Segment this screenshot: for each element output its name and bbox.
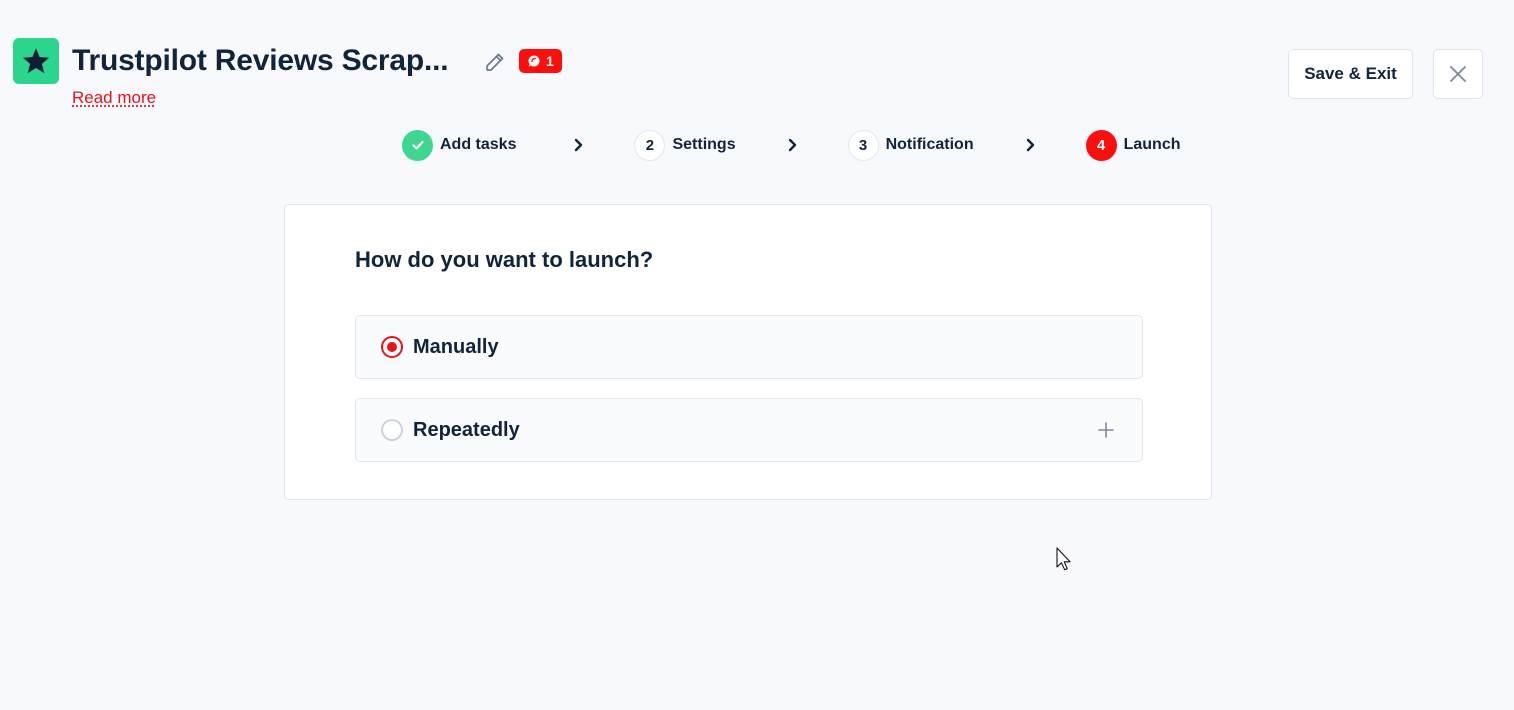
expand-repeatedly-button[interactable] [1096, 420, 1116, 440]
check-icon [411, 140, 424, 150]
chevron-right-icon [575, 138, 583, 152]
step-label: Settings [672, 136, 736, 153]
step-launch[interactable]: 4 Launch [1085, 129, 1181, 161]
step-separator [1002, 138, 1058, 152]
save-exit-button[interactable]: Save & Exit [1288, 49, 1413, 99]
comment-badge[interactable]: 1 [519, 49, 562, 73]
step-number: 4 [1085, 129, 1117, 161]
page: Trustpilot Reviews Scrap... 1 Read more … [0, 0, 1514, 710]
radio-repeatedly[interactable] [381, 419, 403, 441]
launch-option-repeatedly[interactable]: Repeatedly [355, 398, 1143, 462]
badge-count: 1 [546, 53, 554, 69]
plus-icon [1098, 422, 1114, 438]
step-notification[interactable]: 3 Notification [847, 129, 974, 161]
stepper: Add tasks 2 Settings 3 Notification 4 La… [402, 129, 1180, 161]
pencil-icon [486, 53, 504, 71]
step-number: 2 [634, 129, 666, 161]
star-icon [22, 48, 50, 74]
step-label: Launch [1123, 136, 1181, 153]
step-label: Notification [885, 136, 974, 153]
page-title: Trustpilot Reviews Scrap... [72, 44, 449, 77]
step-add-tasks[interactable]: Add tasks [402, 129, 517, 161]
chevron-right-icon [1026, 138, 1034, 152]
launch-option-manually[interactable]: Manually [355, 315, 1143, 379]
chevron-right-icon [788, 138, 796, 152]
close-button[interactable] [1433, 49, 1483, 99]
close-icon [1450, 66, 1466, 82]
step-label: Add tasks [440, 136, 517, 153]
read-more-link[interactable]: Read more [72, 88, 156, 108]
step-status [402, 129, 433, 161]
step-settings[interactable]: 2 Settings [634, 129, 736, 161]
mouse-cursor-icon [1056, 547, 1071, 571]
option-label: Manually [413, 335, 499, 358]
step-separator [764, 138, 820, 152]
step-number: 3 [847, 129, 879, 161]
step-separator [550, 138, 606, 152]
edit-title-button[interactable] [482, 49, 508, 75]
comment-icon [528, 55, 540, 67]
radio-manually[interactable] [381, 336, 403, 358]
app-logo [13, 38, 59, 84]
option-label: Repeatedly [413, 418, 520, 441]
launch-options-card: How do you want to launch? Manually Repe… [284, 204, 1212, 500]
launch-question: How do you want to launch? [355, 247, 654, 272]
